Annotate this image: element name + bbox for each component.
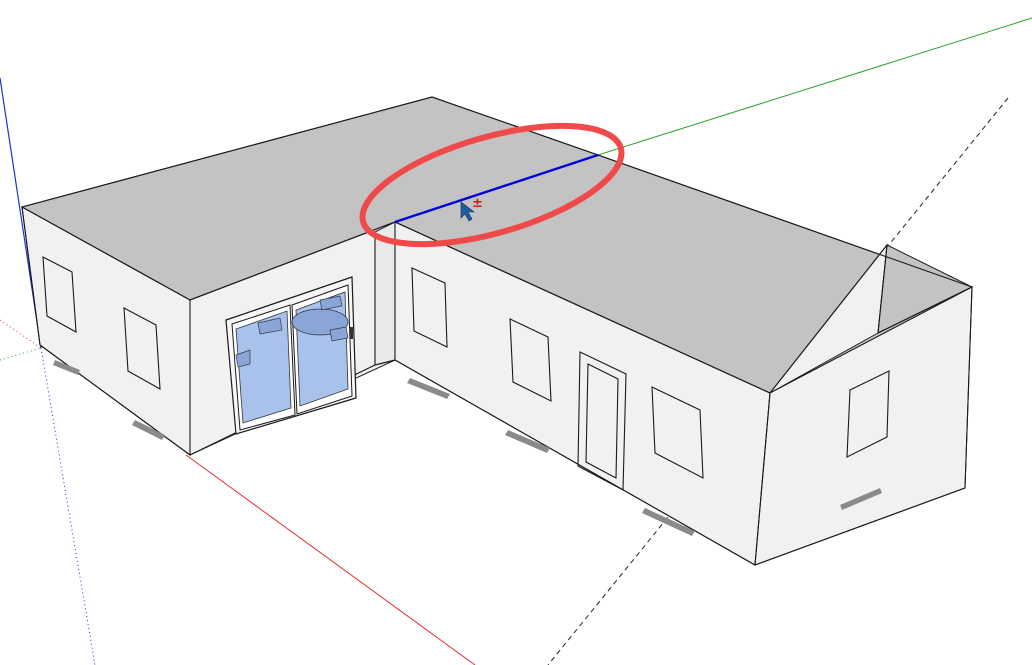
- model-viewport[interactable]: ±: [0, 0, 1032, 665]
- plus-minus-marker-icon: ±: [472, 196, 483, 211]
- green-axis-dotted: [0, 347, 42, 361]
- red-axis: [185, 454, 476, 665]
- viewport-canvas[interactable]: ±: [0, 0, 1032, 665]
- door-handle: [350, 327, 353, 339]
- red-axis-dotted: [0, 319, 42, 349]
- blue-axis-dotted: [40, 347, 96, 665]
- green-axis: [597, 17, 1032, 156]
